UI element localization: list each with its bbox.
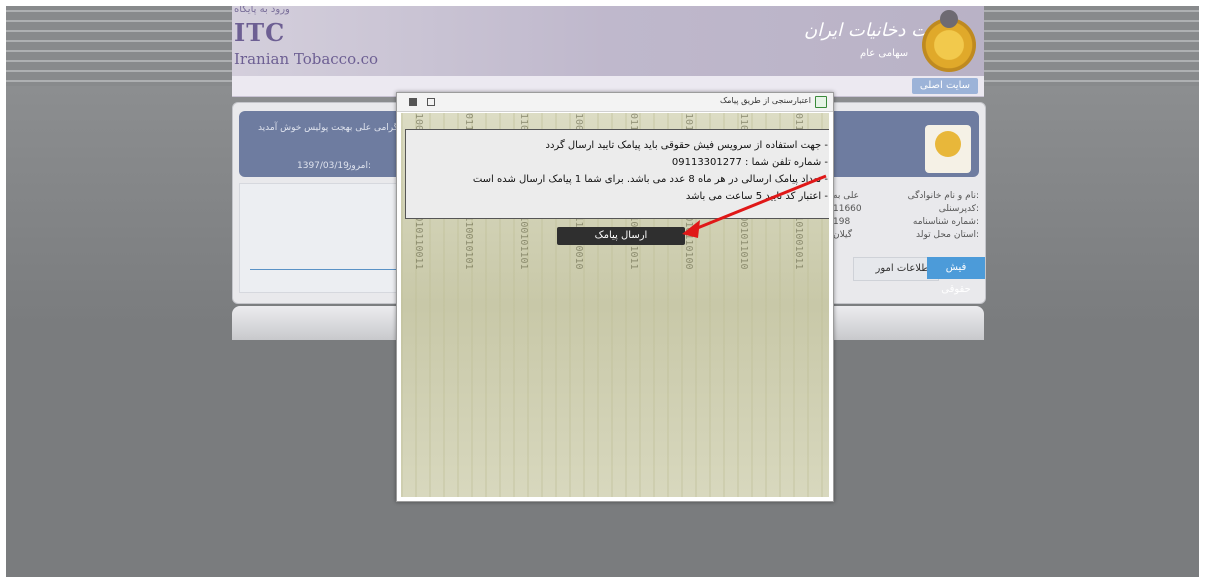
page-background: ورود به پایگاه ITC Iranian Tobacco.co شر… bbox=[6, 6, 1199, 577]
annotation-arrow-icon bbox=[682, 174, 827, 238]
